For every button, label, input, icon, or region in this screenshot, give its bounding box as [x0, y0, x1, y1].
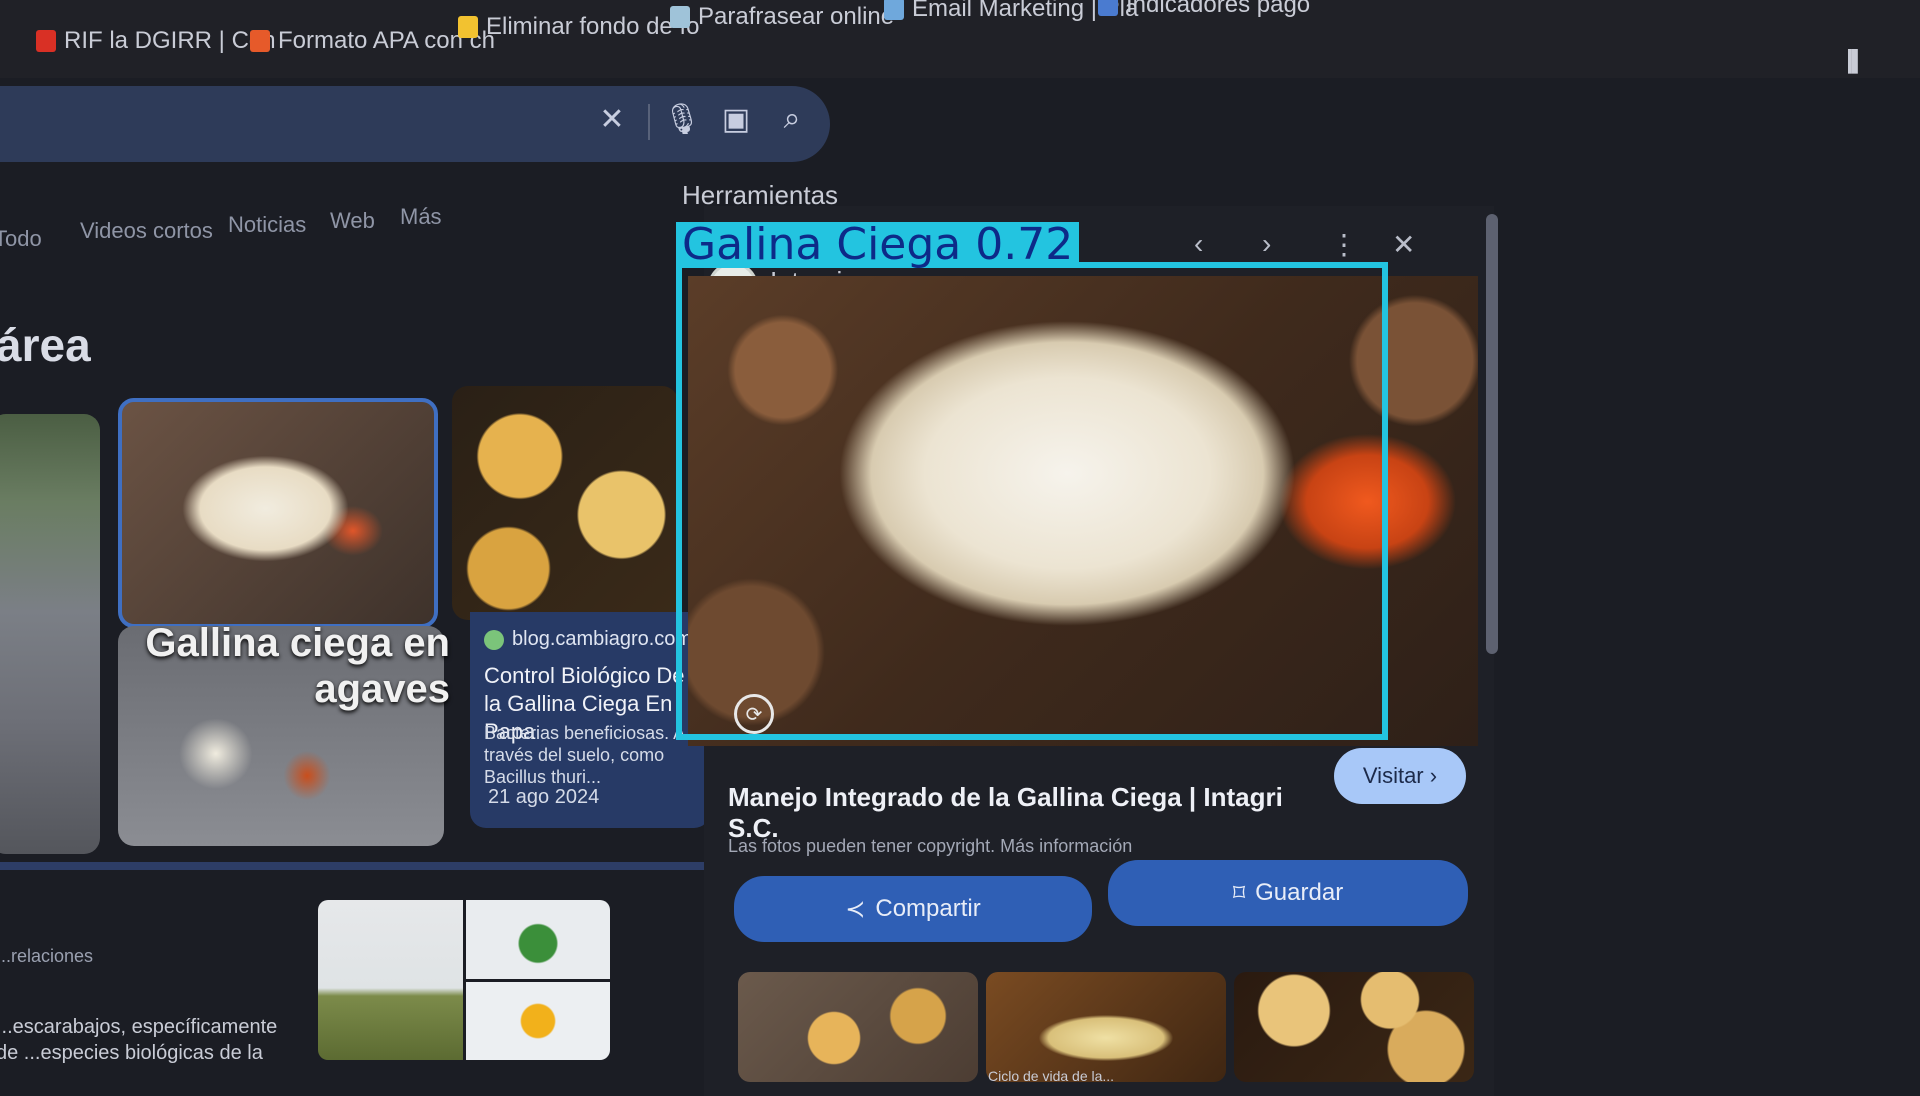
camera-icon[interactable]: ▣ — [716, 96, 756, 142]
mosaic-image — [465, 981, 610, 1060]
bookmark-favicon-icon — [36, 30, 56, 52]
bookmarks-menu-icon[interactable]: ||| — [1846, 44, 1866, 74]
bookmark-favicon-icon — [884, 0, 904, 20]
chevron-left-icon[interactable]: ‹ — [1194, 228, 1203, 260]
share-icon: ≺ — [845, 895, 866, 923]
related-image[interactable] — [1234, 972, 1474, 1082]
mosaic-image — [318, 900, 463, 1060]
search-divider — [648, 104, 650, 140]
related-label: ...relaciones — [0, 946, 94, 966]
bookmark-favicon-icon — [670, 6, 690, 28]
copyright-notice: Las fotos pueden tener copyright. Más in… — [728, 836, 1133, 856]
thumbnail-overlay-text: Gallina ciega en agaves — [145, 621, 450, 711]
result-thumbnail-selected[interactable] — [118, 398, 438, 628]
bookmark-label: Indicadores pago — [1126, 0, 1311, 18]
preview-title[interactable]: Manejo Integrado de la Gallina Ciega | I… — [728, 782, 1328, 844]
more-vert-icon[interactable]: ⋮ — [1330, 228, 1358, 261]
share-button[interactable]: ≺ Compartir — [734, 876, 1092, 942]
share-label: Compartir — [875, 895, 981, 922]
save-label: Guardar — [1255, 879, 1344, 906]
close-icon[interactable]: ✕ — [592, 96, 632, 142]
bookmark-item[interactable]: Indicadores pago — [1098, 0, 1310, 18]
save-button[interactable]: ⌑ Guardar — [1108, 860, 1468, 926]
bookmark-item[interactable]: RIF la DGIRR | Cdn — [36, 27, 276, 54]
related-caption: Ciclo de vida de la... — [988, 1068, 1115, 1084]
detection-box — [676, 262, 1388, 740]
related-image-mosaic[interactable] — [318, 900, 610, 1060]
search-bar[interactable] — [0, 86, 830, 162]
bookmark-icon: ⌑ — [1232, 879, 1246, 907]
bookmark-favicon-icon — [250, 30, 270, 52]
bookmark-label: Eliminar fondo de fo — [486, 13, 700, 40]
section-divider — [0, 862, 712, 870]
section-title: área — [0, 319, 91, 371]
tab-news[interactable]: Noticias — [228, 212, 306, 238]
scrollbar[interactable] — [1486, 214, 1498, 654]
chevron-right-icon: › — [1423, 763, 1438, 788]
result-thumbnail[interactable] — [452, 386, 678, 620]
tab-web[interactable]: Web — [330, 208, 375, 234]
result-date: 21 ago 2024 — [488, 786, 600, 808]
tab-short-videos[interactable]: Videos cortos — [80, 218, 213, 244]
detection-label: Galina Ciega 0.72 — [676, 222, 1080, 268]
visit-label: Visitar — [1362, 763, 1424, 788]
tab-more[interactable]: Más — [400, 204, 442, 230]
bookmark-item[interactable]: Parafrasear online — [670, 3, 895, 30]
bookmark-label: RIF la DGIRR | Cdn — [64, 27, 276, 54]
related-snippet: ...escarabajos, específicamente de ...es… — [0, 1016, 278, 1064]
bookmark-label: Parafrasear online — [698, 3, 895, 30]
result-thumbnail[interactable] — [0, 414, 100, 854]
bookmark-item[interactable]: Eliminar fondo de fo — [458, 13, 700, 40]
result-description: Bacterias beneficiosas. A través del sue… — [484, 723, 685, 787]
related-image[interactable] — [738, 972, 978, 1082]
result-site: blog.cambiagro.com — [484, 628, 692, 651]
result-site-label: blog.cambiagro.com — [512, 628, 693, 650]
bookmark-favicon-icon — [458, 16, 478, 38]
chevron-right-icon[interactable]: › — [1262, 228, 1271, 260]
site-favicon-icon — [484, 629, 504, 650]
tab-all[interactable]: Todo — [0, 226, 42, 252]
mosaic-image — [465, 900, 610, 979]
visit-button[interactable]: Visitar › — [1334, 748, 1466, 804]
related-image[interactable] — [986, 972, 1226, 1082]
search-icon[interactable]: ⌕ — [772, 96, 812, 142]
close-icon[interactable]: ✕ — [1392, 228, 1415, 261]
bookmark-favicon-icon — [1098, 0, 1118, 16]
mic-icon[interactable]: 🎙 — [662, 96, 702, 142]
